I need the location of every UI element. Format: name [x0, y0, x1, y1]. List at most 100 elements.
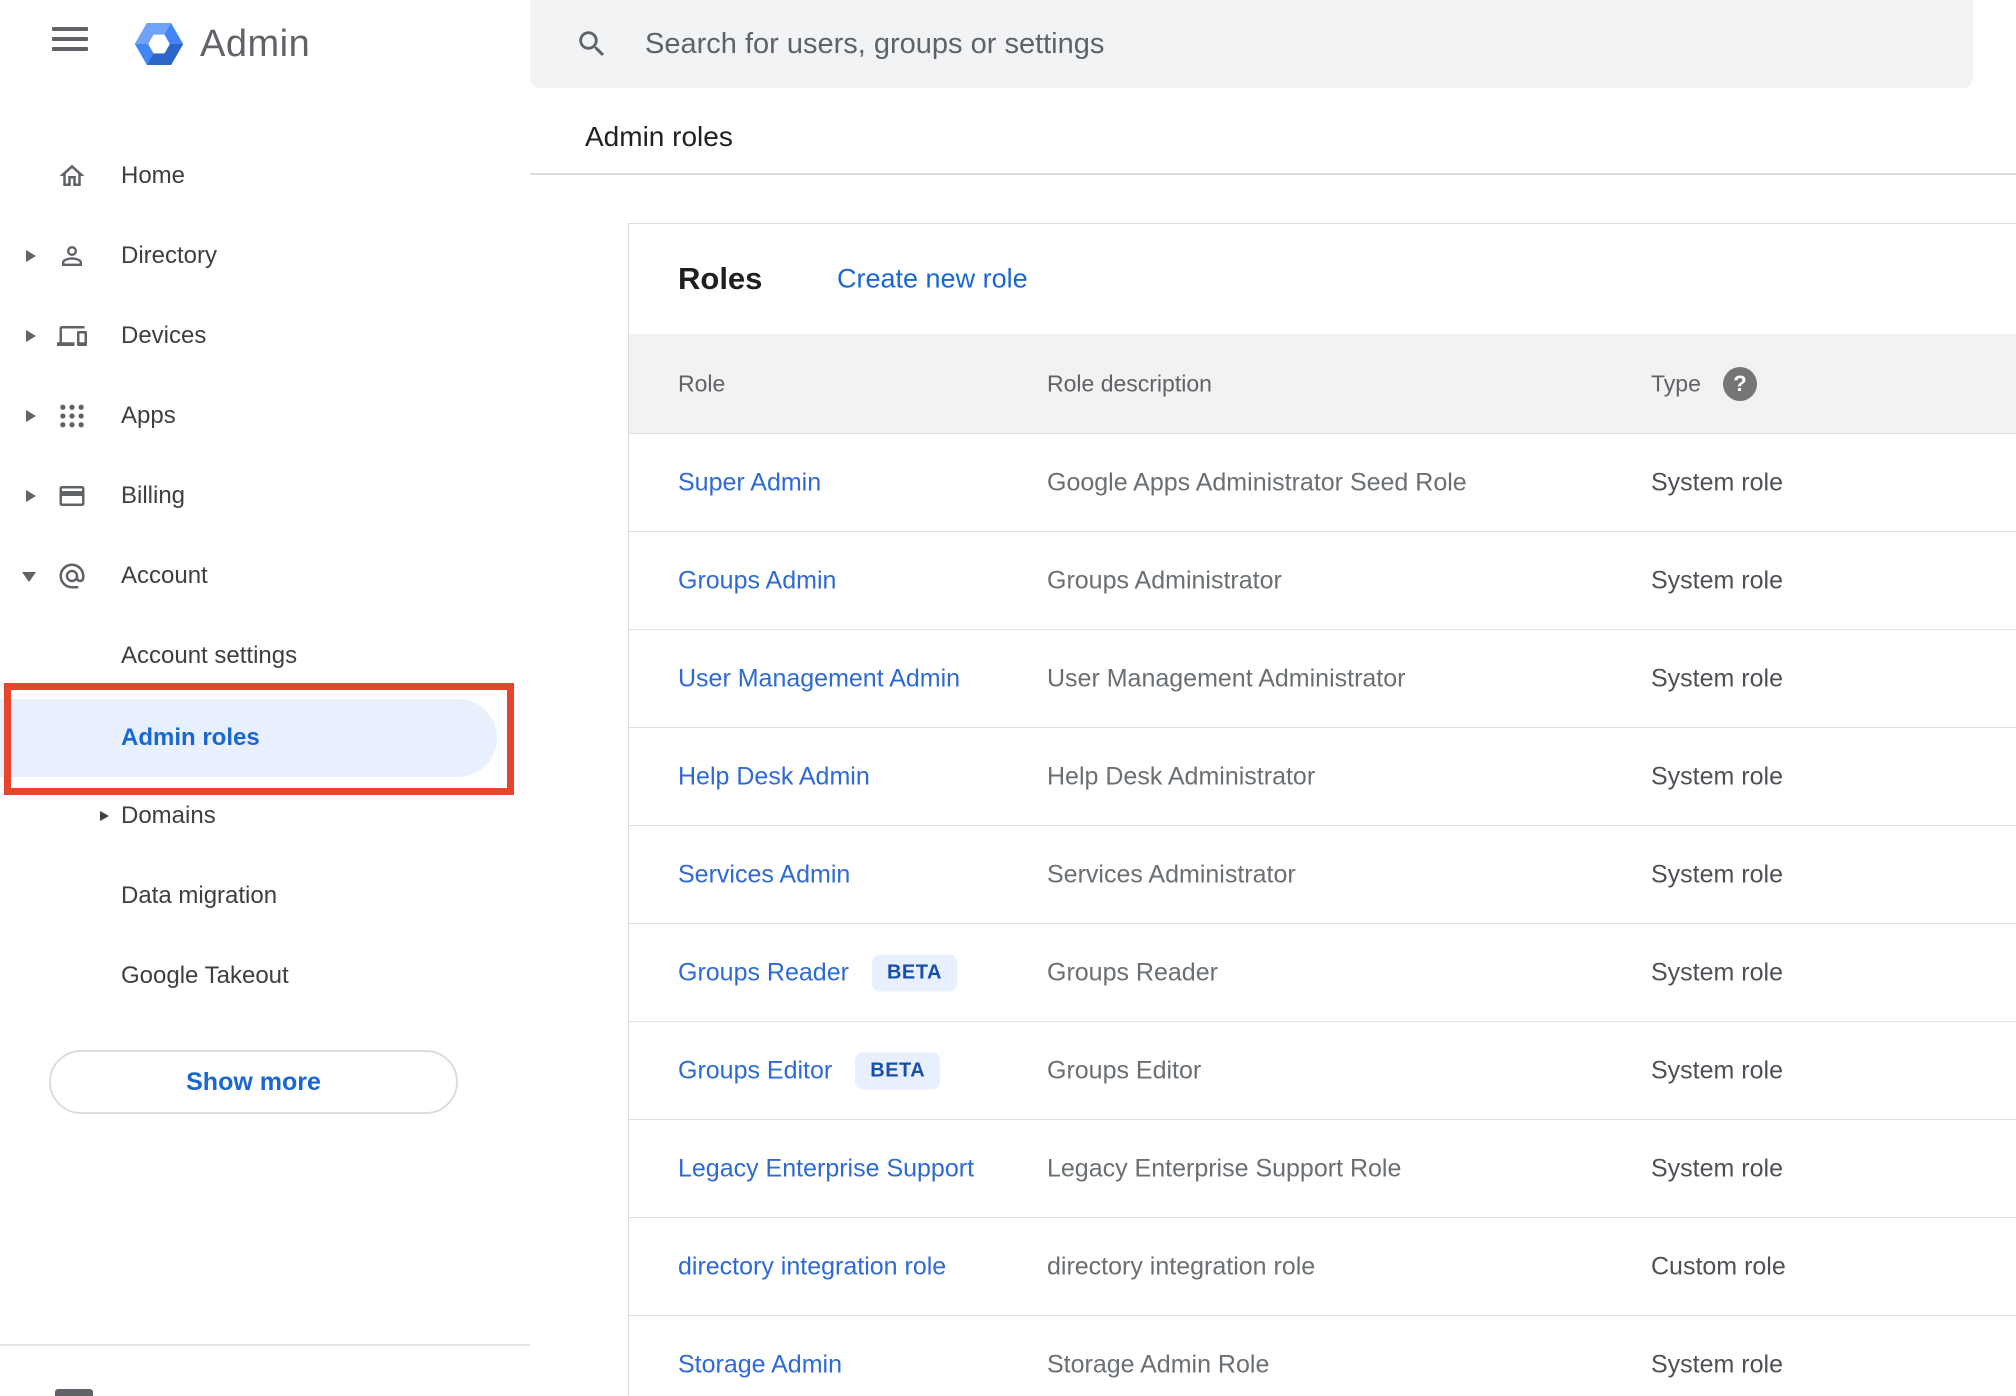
role-type: System role: [1651, 468, 1783, 496]
sidebar-item-label: Directory: [121, 242, 218, 269]
sidebar-item-home[interactable]: Home: [0, 136, 530, 216]
sidebar-item-label: Billing: [121, 482, 186, 509]
admin-console-page: Admin Home Directory Devices Apps Billin…: [0, 0, 2016, 1396]
sidebar-item-devices[interactable]: Devices: [0, 296, 530, 376]
role-link[interactable]: Help Desk Admin: [678, 762, 870, 791]
show-more-button[interactable]: Show more: [49, 1050, 458, 1114]
role-link[interactable]: Storage Admin: [678, 1350, 842, 1379]
sidebar-item-label: Devices: [121, 322, 207, 349]
sidebar-item-google-takeout[interactable]: Google Takeout: [0, 936, 530, 1016]
chevron-right-icon[interactable]: [26, 330, 36, 342]
sidebar-item-label: Apps: [121, 402, 176, 429]
table-row: Groups Editor BETA Groups Editor System …: [629, 1022, 2016, 1120]
table-header-row: Role Role description Type ?: [629, 334, 2016, 434]
sidebar-item-label: Home: [121, 162, 186, 189]
role-description: User Management Administrator: [1047, 664, 1406, 692]
sidebar-item-domains[interactable]: Domains: [0, 776, 530, 856]
column-header-role: Role: [678, 370, 726, 396]
sidebar-item-billing[interactable]: Billing: [0, 456, 530, 536]
credit-card-icon: [57, 481, 87, 511]
sidebar-item-data-migration[interactable]: Data migration: [0, 856, 530, 936]
role-link[interactable]: Groups Reader: [678, 958, 849, 987]
column-header-description: Role description: [1047, 370, 1212, 396]
brand-header: Admin: [0, 0, 530, 100]
beta-badge: BETA: [871, 954, 957, 991]
hamburger-menu-icon[interactable]: [52, 27, 88, 55]
role-description: directory integration role: [1047, 1252, 1316, 1280]
role-type: System role: [1651, 664, 1783, 692]
search-input[interactable]: [645, 0, 1925, 88]
role-description: Services Administrator: [1047, 860, 1296, 888]
chevron-right-icon[interactable]: [100, 811, 109, 821]
role-description: Groups Administrator: [1047, 566, 1282, 594]
apps-grid-icon: [57, 401, 87, 431]
sidebar: Admin Home Directory Devices Apps Billin…: [0, 0, 530, 1396]
sidebar-item-label: Google Takeout: [121, 962, 289, 989]
role-type: System role: [1651, 566, 1783, 594]
role-type: System role: [1651, 1154, 1783, 1182]
role-description: Groups Reader: [1047, 958, 1218, 986]
sidebar-divider: [0, 1344, 530, 1346]
table-row: Super Admin Google Apps Administrator Se…: [629, 434, 2016, 532]
devices-icon: [57, 321, 87, 351]
home-icon: [57, 161, 87, 191]
brand-title: Admin: [200, 23, 311, 65]
role-link[interactable]: Groups Editor: [678, 1056, 832, 1085]
admin-logo-icon[interactable]: [130, 15, 188, 73]
sidebar-item-directory[interactable]: Directory: [0, 216, 530, 296]
table-row: User Management Admin User Management Ad…: [629, 630, 2016, 728]
search-bar: [530, 0, 1973, 88]
at-sign-icon: [57, 561, 87, 591]
sidebar-item-label: Domains: [121, 802, 216, 829]
table-row: Services Admin Services Administrator Sy…: [629, 826, 2016, 924]
header-divider: [530, 173, 2016, 175]
sidebar-item-apps[interactable]: Apps: [0, 376, 530, 456]
role-link[interactable]: Groups Admin: [678, 566, 836, 595]
card-header: Roles Create new role: [629, 224, 2016, 334]
role-type: System role: [1651, 762, 1783, 790]
breadcrumb: Admin roles: [585, 121, 733, 152]
person-icon: [57, 241, 87, 271]
sidebar-item-admin-roles[interactable]: Admin roles: [0, 699, 497, 777]
chevron-right-icon[interactable]: [26, 490, 36, 502]
role-type: Custom role: [1651, 1252, 1786, 1280]
role-type: System role: [1651, 1350, 1783, 1378]
role-link[interactable]: User Management Admin: [678, 664, 960, 693]
search-icon: [575, 27, 609, 61]
role-description: Google Apps Administrator Seed Role: [1047, 468, 1467, 496]
role-link[interactable]: Services Admin: [678, 860, 850, 889]
role-link[interactable]: Super Admin: [678, 468, 821, 497]
clipped-icon: [55, 1389, 93, 1396]
create-new-role-link[interactable]: Create new role: [837, 264, 1028, 295]
chevron-down-icon[interactable]: [22, 572, 36, 582]
sidebar-item-account-settings[interactable]: Account settings: [0, 616, 530, 696]
role-description: Storage Admin Role: [1047, 1350, 1270, 1378]
table-row: Legacy Enterprise Support Legacy Enterpr…: [629, 1120, 2016, 1218]
sidebar-item-account[interactable]: Account: [0, 536, 530, 616]
chevron-right-icon[interactable]: [26, 410, 36, 422]
chevron-right-icon[interactable]: [26, 250, 36, 262]
role-link[interactable]: Legacy Enterprise Support: [678, 1154, 974, 1183]
sidebar-item-label: Account settings: [121, 642, 298, 669]
role-description: Help Desk Administrator: [1047, 762, 1316, 790]
role-description: Legacy Enterprise Support Role: [1047, 1154, 1402, 1182]
table-row: directory integration role directory int…: [629, 1218, 2016, 1316]
table-row: Groups Admin Groups Administrator System…: [629, 532, 2016, 630]
table-row: Groups Reader BETA Groups Reader System …: [629, 924, 2016, 1022]
role-description: Groups Editor: [1047, 1056, 1202, 1084]
sidebar-item-label: Data migration: [121, 882, 278, 909]
table-row: Help Desk Admin Help Desk Administrator …: [629, 728, 2016, 826]
role-link[interactable]: directory integration role: [678, 1252, 946, 1281]
page-title: Roles: [678, 261, 763, 296]
sidebar-item-label: Account: [121, 562, 208, 589]
sidebar-item-label: Admin roles: [121, 724, 260, 751]
roles-card: Roles Create new role Role Role descript…: [628, 223, 2016, 1396]
role-type: System role: [1651, 958, 1783, 986]
beta-badge: BETA: [855, 1052, 941, 1089]
role-type: System role: [1651, 1056, 1783, 1084]
column-header-type: Type: [1651, 370, 1701, 396]
role-type: System role: [1651, 860, 1783, 888]
roles-table: Super Admin Google Apps Administrator Se…: [629, 434, 2016, 1396]
help-icon[interactable]: ?: [1723, 366, 1757, 401]
table-row: Storage Admin Storage Admin Role System …: [629, 1316, 2016, 1396]
